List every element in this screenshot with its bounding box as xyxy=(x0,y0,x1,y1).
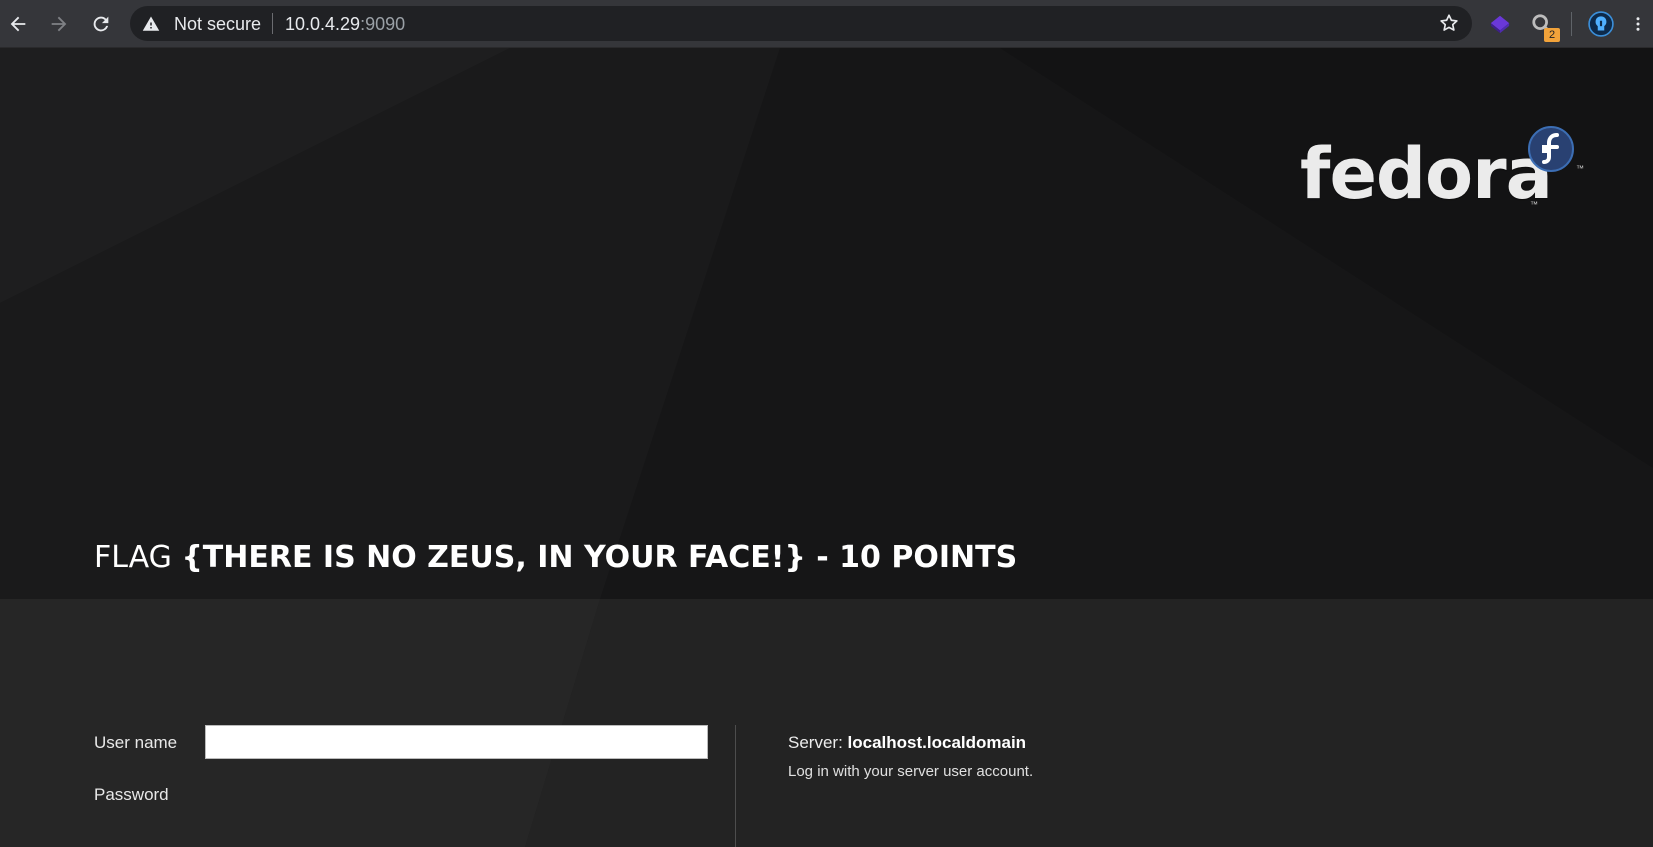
server-info: Server: localhost.localdomain xyxy=(788,733,1026,753)
fedora-infinity-icon xyxy=(1528,126,1574,172)
avatar-icon xyxy=(1588,11,1614,37)
reload-button[interactable] xyxy=(85,8,117,40)
browser-menu-button[interactable] xyxy=(1628,10,1648,38)
url-port: :9090 xyxy=(360,14,406,34)
server-label: Server: xyxy=(788,733,843,752)
omnibox-separator xyxy=(272,13,273,34)
login-help-text: Log in with your server user account. xyxy=(788,763,1034,780)
login-background-shapes xyxy=(0,599,1653,847)
arrow-left-icon xyxy=(10,16,26,32)
brand-wordmark: fedora xyxy=(1300,133,1553,215)
back-button[interactable] xyxy=(2,8,34,40)
extension-search-button[interactable]: 2 xyxy=(1528,10,1560,42)
reload-icon xyxy=(93,16,109,32)
cockpit-login-page: fedora ™ ™ FLAG {THERE IS NO ZEUS, IN YO… xyxy=(0,48,1653,847)
url-text[interactable]: 10.0.4.29:9090 xyxy=(285,14,405,34)
flag-prefix: FLAG xyxy=(94,540,172,575)
username-input[interactable] xyxy=(205,725,708,759)
forward-button[interactable] xyxy=(43,8,75,40)
toolbar-divider xyxy=(1571,12,1572,36)
cube-icon xyxy=(1490,15,1510,34)
extension-purple-button[interactable] xyxy=(1486,10,1514,38)
address-bar[interactable]: Not secure 10.0.4.29:9090 xyxy=(130,6,1472,41)
brand-trademark-2: ™ xyxy=(1576,164,1584,173)
username-label: User name xyxy=(94,733,178,752)
security-status-label[interactable]: Not secure xyxy=(174,14,261,34)
url-host: 10.0.4.29 xyxy=(285,14,361,34)
warning-icon[interactable] xyxy=(142,15,160,33)
form-divider xyxy=(735,725,736,847)
password-label: Password xyxy=(94,785,169,804)
kebab-menu-icon xyxy=(1636,17,1640,31)
extension-badge-count: 2 xyxy=(1544,28,1560,42)
arrow-right-icon xyxy=(51,16,67,32)
login-hero-banner: fedora ™ ™ FLAG {THERE IS NO ZEUS, IN YO… xyxy=(0,48,1653,599)
server-name: localhost.localdomain xyxy=(847,733,1027,752)
login-form-area: User name Password Server: localhost.loc… xyxy=(0,599,1653,847)
brand-trademark: ™ xyxy=(1530,200,1538,209)
browser-toolbar: Not secure 10.0.4.29:9090 2 xyxy=(0,0,1653,48)
fedora-logo: fedora ™ ™ xyxy=(1300,126,1590,216)
flag-heading: FLAG {THERE IS NO ZEUS, IN YOUR FACE!} -… xyxy=(94,540,1017,576)
star-icon[interactable] xyxy=(1438,12,1460,34)
flag-value: {THERE IS NO ZEUS, IN YOUR FACE!} - 10 P… xyxy=(181,540,1018,575)
profile-avatar-button[interactable] xyxy=(1587,10,1615,38)
